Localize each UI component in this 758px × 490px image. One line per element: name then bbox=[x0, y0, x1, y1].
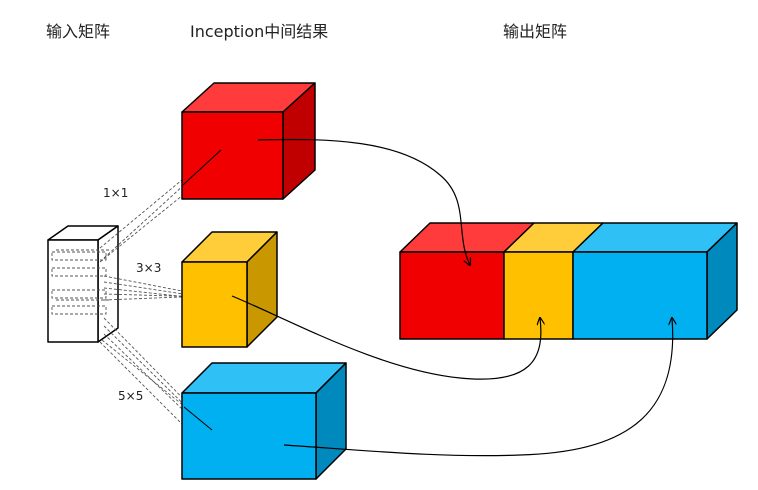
blue-cube-front bbox=[181, 392, 317, 480]
output-blue-front bbox=[572, 251, 708, 340]
output-matrix-title: 输出矩阵 bbox=[503, 22, 567, 41]
label-3x3: 3×3 bbox=[136, 261, 161, 275]
blue-cube-5x5 bbox=[181, 362, 347, 480]
red-cube-front bbox=[181, 111, 284, 200]
output-matrix bbox=[399, 222, 738, 340]
output-red-front bbox=[399, 251, 505, 340]
intermediate-result-title: Inception中间结果 bbox=[190, 22, 328, 41]
label-1x1: 1×1 bbox=[103, 186, 128, 200]
red-cube-1x1 bbox=[181, 82, 316, 200]
label-5x5: 5×5 bbox=[118, 389, 143, 403]
yellow-cube-front bbox=[181, 261, 248, 348]
output-yellow-front bbox=[503, 251, 574, 340]
input-matrix-cuboid bbox=[47, 225, 119, 343]
inception-diagram: 输入矩阵 Inception中间结果 输出矩阵 1×1 3×3 5×5 bbox=[46, 22, 738, 480]
yellow-cube-3x3 bbox=[181, 231, 278, 348]
input-matrix-title: 输入矩阵 bbox=[46, 22, 110, 41]
